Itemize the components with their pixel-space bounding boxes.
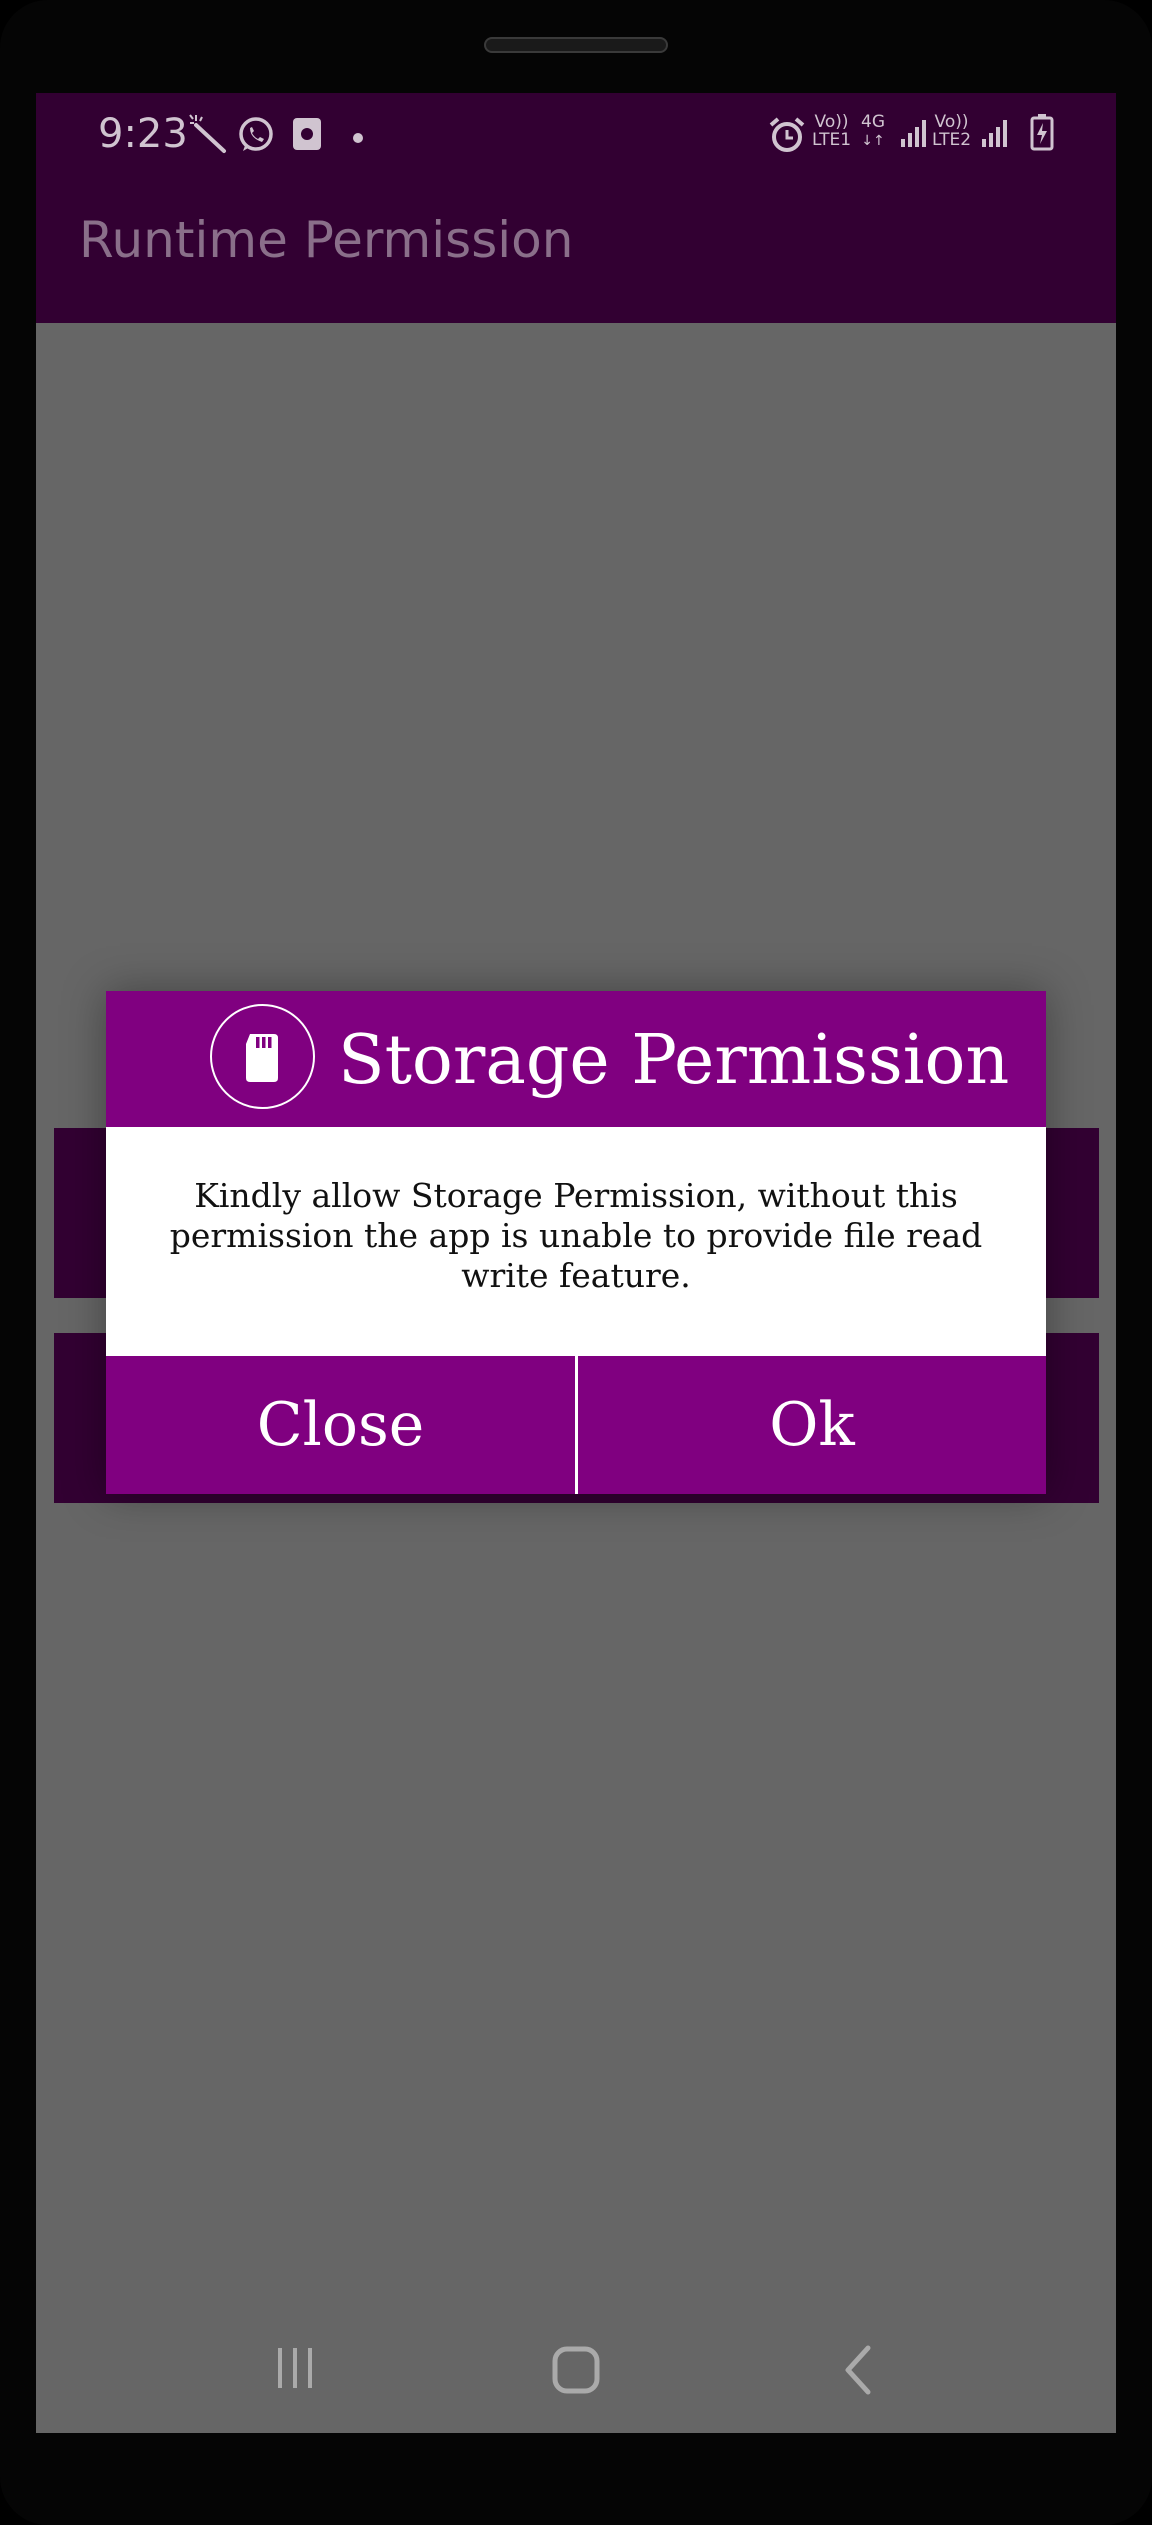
back-icon[interactable] xyxy=(838,2344,878,2400)
dialog-title: Storage Permission xyxy=(338,1021,1010,1100)
ok-button[interactable]: Ok xyxy=(578,1356,1046,1494)
whatsapp-icon xyxy=(236,115,276,159)
notification-dot-icon xyxy=(352,129,364,148)
volte-sim2-icon: Vo)) LTE2 xyxy=(932,113,971,149)
permission-dialog: Storage Permission Kindly allow Storage … xyxy=(106,991,1046,1494)
volte-sim1-icon: Vo)) LTE1 xyxy=(812,113,851,149)
data-arrows-icon: ↓↑ xyxy=(861,133,885,149)
battery-charging-icon xyxy=(1030,113,1054,155)
signal-sim1-icon xyxy=(899,117,929,153)
sim1-volte-label: Vo)) xyxy=(814,112,849,132)
sim2-lte-label: LTE2 xyxy=(932,130,972,150)
screen: 9:23 Vo)) LTE1 4G ↓↑ Vo)) LTE2 Runtime P… xyxy=(36,93,1116,2433)
alarm-icon xyxy=(767,115,807,159)
status-bar: 9:23 Vo)) LTE1 4G ↓↑ Vo)) LTE2 xyxy=(36,93,1116,183)
sd-card-icon xyxy=(210,1004,315,1109)
app-title: Runtime Permission xyxy=(79,211,574,269)
home-icon[interactable] xyxy=(550,2344,602,2400)
sim2-volte-label: Vo)) xyxy=(934,112,969,132)
recent-apps-icon[interactable] xyxy=(272,2344,320,2396)
dialog-message: Kindly allow Storage Permission, without… xyxy=(169,1176,983,1295)
close-button[interactable]: Close xyxy=(106,1356,575,1494)
navigation-bar xyxy=(36,2308,1116,2433)
earpiece-speaker xyxy=(484,37,668,53)
sim-storage-icon xyxy=(292,117,322,155)
dialog-header: Storage Permission xyxy=(106,991,1046,1127)
phone-frame: 9:23 Vo)) LTE1 4G ↓↑ Vo)) LTE2 Runtime P… xyxy=(0,0,1152,2525)
status-time: 9:23 xyxy=(98,111,188,157)
signal-sim2-icon xyxy=(980,117,1010,153)
4g-data-icon: 4G ↓↑ xyxy=(861,113,885,150)
sim1-lte-label: LTE1 xyxy=(812,130,852,150)
magic-wand-icon xyxy=(188,113,230,159)
data-type-label: 4G xyxy=(861,112,885,132)
